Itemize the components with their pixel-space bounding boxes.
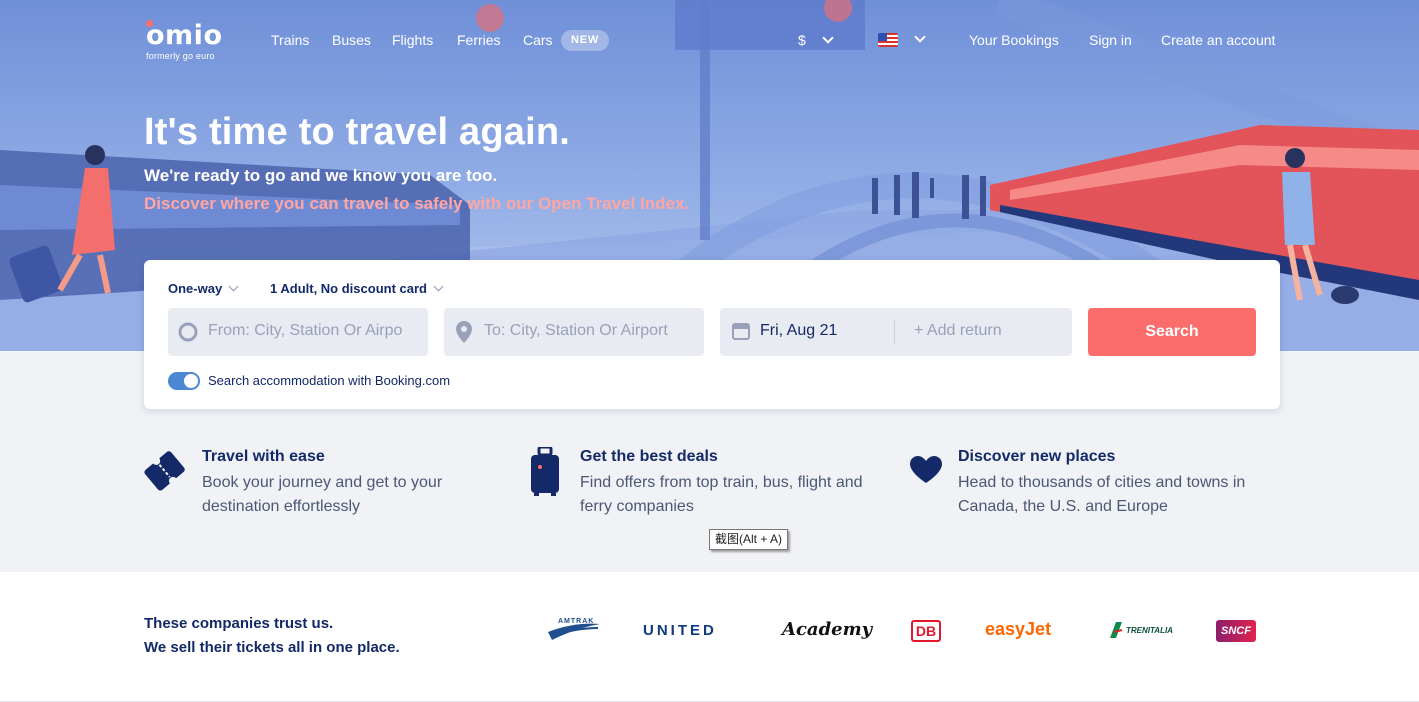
from-placeholder: From: City, Station Or Airpo xyxy=(208,322,403,339)
new-badge: NEW xyxy=(561,30,610,51)
trenitalia-logo: TRENITALIA xyxy=(1108,620,1173,645)
logo-wordmark: omio xyxy=(146,20,223,51)
hero-subtitle: We're ready to go and we know you are to… xyxy=(144,166,498,185)
feature-text: Find offers from top train, bus, flight … xyxy=(580,474,863,515)
trip-type-dropdown[interactable]: One-way xyxy=(168,281,239,296)
add-return-button[interactable]: + Add return xyxy=(914,322,1002,340)
to-placeholder: To: City, Station Or Airport xyxy=(484,322,668,339)
search-button[interactable]: Search xyxy=(1088,308,1256,356)
search-card: One-way 1 Adult, No discount card From: … xyxy=(144,260,1280,409)
logo-dot-icon xyxy=(146,20,153,27)
trenitalia-mark-icon xyxy=(1110,622,1123,638)
trust-line-1: These companies trust us. xyxy=(144,615,334,632)
screenshot-tooltip: 截图(Alt + A) xyxy=(709,529,789,550)
passengers-dropdown[interactable]: 1 Adult, No discount card xyxy=(270,281,444,296)
feature-title: Travel with ease xyxy=(202,448,325,465)
nav-trains[interactable]: Trains xyxy=(271,32,309,48)
chevron-down-icon xyxy=(228,281,239,292)
chevron-down-icon xyxy=(433,281,444,292)
feature-title: Discover new places xyxy=(958,448,1116,465)
currency-symbol: $ xyxy=(798,32,806,48)
nav-buses[interactable]: Buses xyxy=(332,32,371,48)
feature-text: Head to thousands of cities and towns in… xyxy=(958,474,1246,515)
create-account-link[interactable]: Create an account xyxy=(1161,32,1275,48)
trust-section: These companies trust us. We sell their … xyxy=(0,572,1419,702)
nav-flights[interactable]: Flights xyxy=(392,32,433,48)
open-travel-index-link[interactable]: Discover where you can travel to safely … xyxy=(144,194,689,214)
easyjet-logo: easyJet xyxy=(985,619,1052,639)
calendar-icon xyxy=(732,323,750,340)
trenitalia-wordmark: TRENITALIA xyxy=(1126,626,1173,635)
chevron-down-icon xyxy=(822,32,834,44)
amtrak-wordmark: AMTRAK xyxy=(558,618,595,625)
feature-text: Book your journey and get to your destin… xyxy=(202,474,443,515)
amtrak-logo: AMTRAK xyxy=(548,618,600,647)
accommodation-toggle[interactable] xyxy=(168,372,200,390)
to-input[interactable]: To: City, Station Or Airport xyxy=(444,308,704,356)
academy-logo: Academy xyxy=(782,619,873,640)
logo-subtitle: formerly go euro xyxy=(146,51,215,61)
from-input[interactable]: From: City, Station Or Airpo xyxy=(168,308,428,356)
db-logo: DB xyxy=(911,620,941,642)
hero-title: It's time to travel again. xyxy=(144,111,571,153)
location-pin-icon xyxy=(456,321,472,343)
date-field[interactable]: Fri, Aug 21 + Add return xyxy=(720,308,1072,356)
feature-title: Get the best deals xyxy=(580,448,718,465)
sncf-logo: SNCF xyxy=(1216,620,1256,642)
ticket-icon xyxy=(144,451,185,491)
sign-in-link[interactable]: Sign in xyxy=(1089,32,1132,48)
trust-line-2: We sell their tickets all in one place. xyxy=(144,639,400,656)
trip-type-value: One-way xyxy=(168,281,223,296)
omio-logo[interactable]: omio formerly go euro xyxy=(146,20,223,61)
departure-date[interactable]: Fri, Aug 21 xyxy=(760,322,837,340)
passengers-value: 1 Adult, No discount card xyxy=(270,281,427,296)
your-bookings-link[interactable]: Your Bookings xyxy=(969,32,1059,48)
origin-circle-icon xyxy=(178,322,198,342)
suitcase-icon xyxy=(531,447,559,496)
nav-cars[interactable]: Cars xyxy=(523,32,553,48)
accommodation-label: Search accommodation with Booking.com xyxy=(208,373,451,388)
heart-icon xyxy=(910,456,942,483)
united-logo: UNITED xyxy=(643,622,717,639)
nav-ferries[interactable]: Ferries xyxy=(457,32,501,48)
us-flag-icon[interactable] xyxy=(878,33,898,47)
date-divider xyxy=(894,320,895,344)
currency-selector[interactable]: $ xyxy=(798,32,834,48)
